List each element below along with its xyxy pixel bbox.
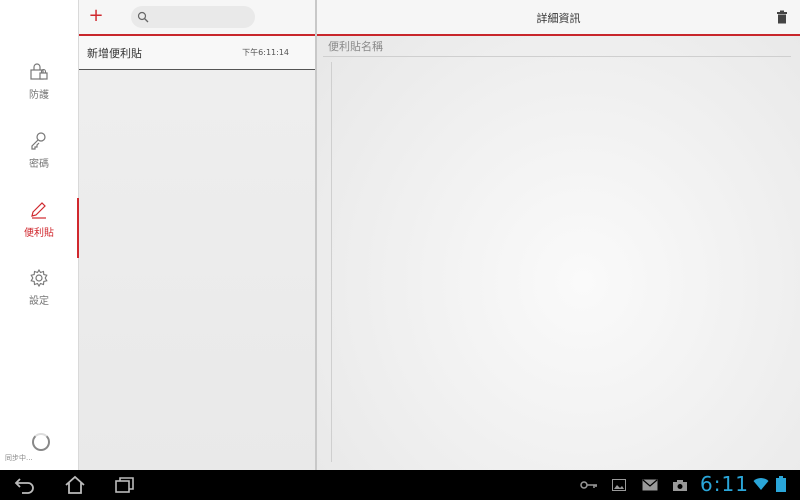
list-item[interactable]: 新增便利貼 下午6:11:14 (79, 36, 315, 70)
note-title: 新增便利貼 (87, 47, 142, 60)
camera-icon (673, 480, 687, 491)
back-icon[interactable] (14, 475, 36, 495)
pencil-icon (31, 202, 46, 219)
nav-item-settings[interactable]: 設定 (0, 268, 78, 328)
search-box[interactable] (131, 6, 255, 28)
nav-item-label: 密碼 (29, 159, 49, 170)
home-icon[interactable] (64, 475, 86, 495)
note-detail-panel: 詳細資訊 (317, 0, 800, 470)
system-bar: 6:11 (0, 470, 800, 500)
nav-item-notes[interactable]: 便利貼 (0, 198, 79, 260)
key-icon (580, 481, 597, 489)
notes-list-panel: + 新增便利貼 下午6:11:14 (79, 0, 317, 470)
gear-icon (30, 268, 48, 288)
lock-icon (30, 63, 48, 80)
sync-status: 同步中... (5, 454, 33, 462)
note-body-field[interactable] (331, 62, 792, 462)
add-note-button[interactable]: + (87, 6, 105, 26)
search-input[interactable] (153, 8, 252, 28)
page-title: 詳細資訊 (536, 12, 581, 25)
clock: 6:11 (700, 472, 749, 496)
wifi-icon (753, 478, 769, 490)
trash-icon[interactable] (776, 10, 788, 24)
sync-spinner-icon (32, 433, 50, 451)
search-icon (137, 11, 149, 23)
mail-icon (642, 479, 658, 491)
key-icon (31, 132, 46, 150)
note-name-field[interactable] (323, 37, 791, 57)
nav-rail: 防護 密碼 便利貼 設定 同步中... (0, 0, 79, 470)
nav-item-label: 防護 (29, 90, 49, 101)
detail-toolbar: 詳細資訊 (317, 0, 800, 36)
note-timestamp: 下午6:11:14 (242, 48, 289, 57)
image-icon (612, 479, 626, 491)
list-toolbar: + (79, 0, 315, 36)
nav-item-label: 設定 (29, 296, 49, 307)
recent-apps-icon[interactable] (114, 475, 136, 495)
nav-item-label: 便利貼 (24, 228, 54, 239)
nav-item-protect[interactable]: 防護 (0, 62, 78, 122)
battery-icon (776, 476, 786, 492)
nav-item-password[interactable]: 密碼 (0, 131, 78, 191)
